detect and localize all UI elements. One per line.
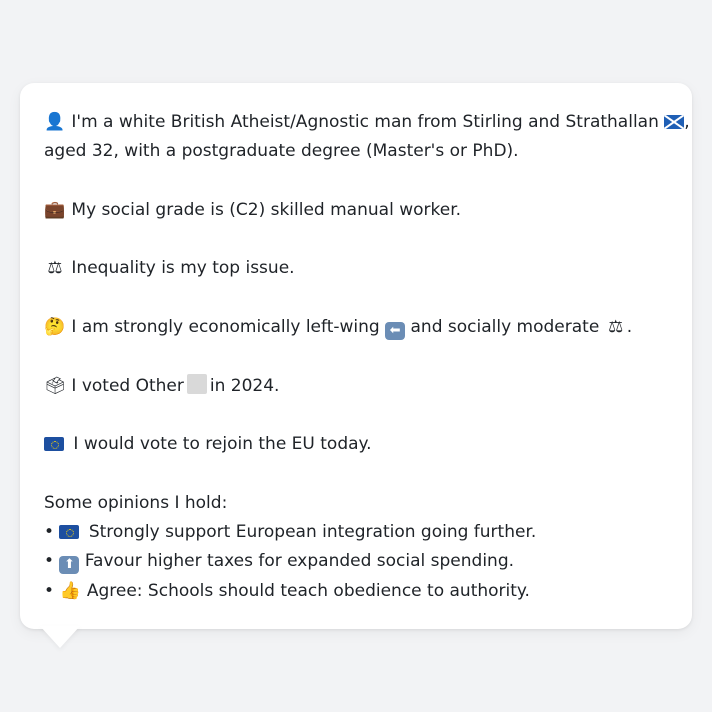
intro-line-1: 👤 I'm a white British Atheist/Agnostic m… [44,108,689,137]
top-issue-line: ⚖ Inequality is my top issue. [44,254,668,283]
scotland-flag-icon [664,115,685,129]
thumbs-up-icon: 👍 [59,580,82,601]
bubble-tail [40,626,80,648]
party-color-swatch [186,373,207,394]
eu-flag-icon [59,525,80,540]
bullet: • [44,522,55,543]
briefcase-icon: 💼 [44,199,66,220]
opinion-text: Agree: Schools should teach obedience to… [86,580,530,601]
eu-flag-icon [44,437,64,452]
opinions-heading: Some opinions I hold: [44,492,228,513]
up-arrow-icon: ⬆ [59,556,80,575]
ideology-period: . [626,317,633,338]
bullet: • [44,580,55,601]
opinion-item: • 👍 Agree: Schools should teach obedienc… [44,577,668,606]
intro-line-2: aged 32, with a postgraduate degree (Mas… [44,137,668,166]
ideology-text: I am strongly economically left-wing [71,317,380,338]
vote-line: 🗳 I voted Other in 2024. [44,372,668,401]
thinking-face-icon: 🤔 [44,317,66,338]
left-arrow-icon: ⬅ [385,322,406,341]
balance-scale-icon: ⚖ [47,258,63,279]
bust-in-silhouette-icon: 👤 [44,112,66,132]
vote-text: I voted Other [71,375,184,396]
top-issue-text: Inequality is my top issue. [71,258,295,279]
eu-vote-text: I would vote to rejoin the EU today. [73,434,372,455]
ideology-text-mid: and socially moderate [410,317,600,338]
eu-vote-line: I would vote to rejoin the EU today. [44,430,668,459]
opinion-text: Strongly support European integration go… [88,522,537,543]
opinion-item: • Strongly support European integration … [44,518,668,547]
ballot-box-icon: 🗳 [44,375,66,396]
vote-year-text: in 2024. [209,375,280,396]
opinion-item: • ⬆ Favour higher taxes for expanded soc… [44,547,668,576]
intro-text: I'm a white British Atheist/Agnostic man… [71,112,659,132]
persona-message-bubble: 👤 I'm a white British Atheist/Agnostic m… [20,83,692,629]
ideology-line: 🤔 I am strongly economically left-wing ⬅… [44,313,668,342]
intro-text-continued: aged 32, with a postgraduate degree (Mas… [44,141,519,162]
intro-comma: , [684,112,690,132]
bullet: • [44,551,55,572]
balance-scale-icon: ⚖ [608,317,624,338]
social-grade-text: My social grade is (C2) skilled manual w… [71,199,462,220]
opinion-text: Favour higher taxes for expanded social … [84,551,515,572]
social-grade-line: 💼 My social grade is (C2) skilled manual… [44,196,668,225]
